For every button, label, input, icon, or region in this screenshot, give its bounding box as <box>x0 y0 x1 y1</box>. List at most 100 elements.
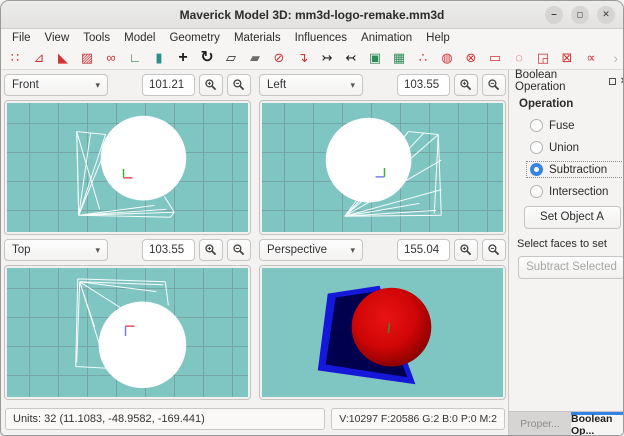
top-zoom-out-button[interactable] <box>227 239 251 261</box>
zoom-in-icon <box>204 78 218 92</box>
zoom-out-icon <box>232 243 246 257</box>
select-vertices-icon[interactable]: ∷ <box>3 48 27 68</box>
rotate-tool-icon[interactable]: ↻ <box>195 48 219 68</box>
menu-file[interactable]: File <box>5 32 38 44</box>
close-button[interactable]: ✕ <box>597 6 615 24</box>
tab-boolean-operation[interactable]: Boolean Op... <box>571 412 624 435</box>
left-zoom-in-button[interactable] <box>454 74 478 96</box>
status-units: Units: 32 (11.1083, -48.9582, -169.441) <box>5 408 325 430</box>
radio-circle-icon <box>530 119 543 132</box>
left-viewport-canvas[interactable] <box>259 100 506 235</box>
menu-view[interactable]: View <box>38 32 77 44</box>
front-view-select[interactable]: Front ▾ <box>4 74 108 96</box>
chevron-down-icon: ▾ <box>350 80 355 91</box>
shear-tool-icon[interactable]: ▰ <box>243 48 267 68</box>
perspective-zoom-input[interactable]: 155.04 <box>397 239 450 261</box>
close-panel-icon[interactable]: × <box>621 75 624 87</box>
left-viewport-header: Left ▾ 103.55 <box>259 73 506 97</box>
sphere-tool-icon[interactable]: ◌ <box>507 48 531 68</box>
radio-intersection[interactable]: Intersection <box>527 184 624 199</box>
attract-far-tool-icon[interactable]: ↢ <box>339 48 363 68</box>
front-view-label: Front <box>12 79 95 91</box>
minimize-button[interactable]: – <box>545 6 563 24</box>
left-view-select[interactable]: Left ▾ <box>259 74 363 96</box>
vertex-tool-icon[interactable]: ∴ <box>411 48 435 68</box>
window-title: Maverick Model 3D: mm3d-logo-remake.mm3d <box>1 8 623 22</box>
operation-section-label: Operation <box>519 98 624 110</box>
menu-model[interactable]: Model <box>117 32 162 44</box>
status-model-stats: V:10297 F:20586 G:2 B:0 P:0 M:2 <box>331 408 505 430</box>
panel-header: Boolean Operation × <box>509 70 624 92</box>
boolean-operation-panel: Boolean Operation × Operation Fuse Union… <box>508 70 624 435</box>
bone-joint-tool-icon[interactable]: ∝ <box>579 48 603 68</box>
radio-union-label: Union <box>549 142 579 154</box>
menu-animation[interactable]: Animation <box>354 32 419 44</box>
zoom-in-icon <box>204 243 218 257</box>
menu-materials[interactable]: Materials <box>227 32 288 44</box>
top-zoom-input[interactable]: 103.55 <box>142 239 195 261</box>
radio-subtraction-label: Subtraction <box>549 164 607 176</box>
move-tool-icon[interactable]: + <box>171 48 195 68</box>
make-face-tool-icon[interactable]: ⊘ <box>267 48 291 68</box>
tab-properties[interactable]: Proper... <box>509 412 571 435</box>
float-panel-icon[interactable] <box>609 78 616 85</box>
perspective-viewport-canvas[interactable] <box>259 265 506 400</box>
front-wireframe-scene <box>7 103 248 232</box>
menu-geometry[interactable]: Geometry <box>162 32 227 44</box>
set-object-a-button[interactable]: Set Object A <box>524 206 621 229</box>
menu-help[interactable]: Help <box>419 32 457 44</box>
top-zoom-in-button[interactable] <box>199 239 223 261</box>
attract-near-tool-icon[interactable]: ↣ <box>315 48 339 68</box>
cylinder-tool-icon[interactable]: ▭ <box>483 48 507 68</box>
select-points-icon[interactable]: ∟ <box>123 48 147 68</box>
torus-tool-icon[interactable]: ⊗ <box>459 48 483 68</box>
perspective-viewport-header: Perspective ▾ 155.04 <box>259 238 506 262</box>
subtract-selected-button[interactable]: Subtract Selected <box>518 256 624 279</box>
front-zoom-input[interactable]: 101.21 <box>142 74 195 96</box>
select-faces-hint: Select faces to set <box>517 238 624 250</box>
select-connected-icon[interactable]: ⊿ <box>27 48 51 68</box>
toolbar: ∷ ⊿ ◣ ▨ ∞ ∟ ▮ + ↻ ▱ ▰ ⊘ ↴ ↣ ↢ ▣ ▦ ∴ ◍ ⊗ … <box>1 46 623 70</box>
top-wireframe-scene <box>7 268 248 397</box>
front-zoom-in-button[interactable] <box>199 74 223 96</box>
select-projections-icon[interactable]: ▮ <box>147 48 171 68</box>
maximize-button[interactable]: ◻ <box>571 6 589 24</box>
minimize-icon: – <box>551 9 557 20</box>
menu-influences[interactable]: Influences <box>288 32 354 44</box>
top-view-label: Top <box>12 244 95 256</box>
flip-normals-tool-icon[interactable]: ↴ <box>291 48 315 68</box>
ellipsoid-tool-icon[interactable]: ◍ <box>435 48 459 68</box>
polygon-tool-icon[interactable]: ⊠ <box>555 48 579 68</box>
radio-fuse[interactable]: Fuse <box>527 118 624 133</box>
perspective-zoom-in-button[interactable] <box>454 239 478 261</box>
select-faces-icon[interactable]: ◣ <box>51 48 75 68</box>
left-zoom-out-button[interactable] <box>482 74 506 96</box>
top-viewport-header: Top ▾ 103.55 <box>4 238 251 262</box>
chevron-down-icon: ▾ <box>95 80 100 91</box>
statusbar: Units: 32 (11.1083, -48.9582, -169.441) … <box>4 405 506 431</box>
rectangle-tool-icon[interactable]: ◲ <box>531 48 555 68</box>
background-image-icon[interactable]: ▦ <box>387 48 411 68</box>
zoom-out-icon <box>487 78 501 92</box>
left-zoom-input[interactable]: 103.55 <box>397 74 450 96</box>
zoom-in-icon <box>459 243 473 257</box>
select-groups-icon[interactable]: ▨ <box>75 48 99 68</box>
perspective-view-label: Perspective <box>267 244 350 256</box>
panel-title: Boolean Operation <box>515 69 604 93</box>
radio-union[interactable]: Union <box>527 140 624 155</box>
top-view-select[interactable]: Top ▾ <box>4 239 108 261</box>
front-viewport-canvas[interactable] <box>4 100 251 235</box>
top-viewport-canvas[interactable] <box>4 265 251 400</box>
move-background-image-icon[interactable]: ▣ <box>363 48 387 68</box>
perspective-view-select[interactable]: Perspective ▾ <box>259 239 363 261</box>
left-wireframe-scene <box>262 103 503 232</box>
toolbar-overflow-chevron-icon[interactable]: › <box>613 50 621 66</box>
menu-tools[interactable]: Tools <box>76 32 117 44</box>
perspective-zoom-out-button[interactable] <box>482 239 506 261</box>
viewport-area: Front ▾ 101.21 Left ▾ <box>1 70 508 435</box>
extrude-tool-icon[interactable]: ▱ <box>219 48 243 68</box>
select-bone-joints-icon[interactable]: ∞ <box>99 48 123 68</box>
close-icon: ✕ <box>602 9 610 20</box>
front-zoom-out-button[interactable] <box>227 74 251 96</box>
radio-subtraction[interactable]: Subtraction <box>527 162 624 177</box>
